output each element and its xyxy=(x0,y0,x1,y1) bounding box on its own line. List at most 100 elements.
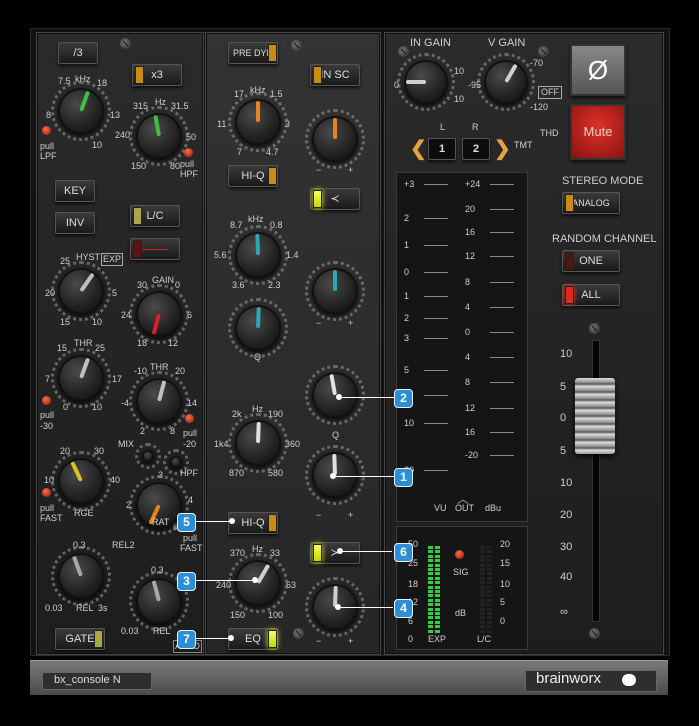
lpf-knob[interactable] xyxy=(51,81,111,141)
hpf-pull-indicator xyxy=(184,148,193,157)
rge-pull-indicator xyxy=(42,488,51,497)
callout-leader xyxy=(333,476,395,477)
fader-tick-label: 20 xyxy=(560,509,573,521)
dbu-label: dBu xyxy=(485,503,502,513)
callout-dot xyxy=(337,548,343,554)
gr-meter-segment xyxy=(428,594,433,598)
callout-dot xyxy=(252,577,258,583)
lf-freq-knob[interactable] xyxy=(228,553,288,613)
hi-q-top-led xyxy=(268,167,277,185)
random-one-led xyxy=(565,252,574,270)
hyst-scale: 10 xyxy=(92,317,103,327)
hpf-trim-knob[interactable] xyxy=(163,449,189,475)
rel2-knob-label: REL xyxy=(153,626,171,636)
in-gain-label: IN GAIN xyxy=(410,37,451,49)
gr-meter-segment xyxy=(480,629,485,633)
fader-tick-label: 10 xyxy=(560,477,573,489)
gr-meter-segment xyxy=(487,568,492,571)
vu-right-tick-label: 12 xyxy=(465,403,476,413)
gr-meter-segment xyxy=(428,616,433,620)
lmf-q-knob[interactable] xyxy=(305,365,365,425)
gr-meter-segment xyxy=(480,559,485,563)
v-gain-scale: -120 xyxy=(530,102,549,112)
product-name: bx_console N xyxy=(54,674,121,686)
hmf-scale: 5.6 xyxy=(214,250,227,260)
hpf-scale: 150 xyxy=(131,161,147,171)
gr-meter-segment xyxy=(435,554,440,558)
gr-meter-segment xyxy=(435,607,440,611)
channel-l-label: L xyxy=(440,122,446,132)
gr-meter-segment xyxy=(435,598,440,602)
vu-left-tick-label: 5 xyxy=(404,365,410,375)
rge-fast-label: FAST xyxy=(40,513,63,523)
channel-r-label: R xyxy=(472,122,479,132)
gr-meter-segment xyxy=(428,559,433,563)
fader-tick-label: 40 xyxy=(560,571,573,583)
vu-right-tick xyxy=(490,357,514,358)
hf-gain-knob[interactable] xyxy=(305,109,365,169)
hmf-q-knob[interactable] xyxy=(228,298,288,358)
gr-meter-segment xyxy=(480,590,485,593)
vu-left-tick xyxy=(424,318,448,319)
hmf-gain-knob[interactable] xyxy=(305,261,365,321)
hyst-knob[interactable] xyxy=(51,261,111,321)
lpf-scale: 13 xyxy=(110,110,121,120)
gr-meter-segment xyxy=(487,576,492,580)
rel-scale: 0.03 xyxy=(45,603,63,613)
gr-meter-segment xyxy=(487,607,492,611)
rel-scale: 3s xyxy=(98,603,108,613)
exp-meter-label: EXP xyxy=(428,634,447,644)
gr-meter-segment xyxy=(487,572,492,576)
rge-knob[interactable] xyxy=(51,451,111,511)
hf-freq-knob[interactable] xyxy=(228,92,288,152)
thr2-knob[interactable] xyxy=(129,371,189,431)
thr2-scale: 20 xyxy=(175,366,186,376)
screw-icon xyxy=(398,46,409,57)
thr1-knob[interactable] xyxy=(51,348,111,408)
gr-left-tick-label: 18 xyxy=(408,579,419,589)
rel-knob[interactable] xyxy=(51,546,111,606)
v-gain-knob[interactable] xyxy=(477,53,535,111)
gr-meter-segment xyxy=(480,585,485,589)
gr-meter-segment xyxy=(428,620,433,624)
vu-right-tick xyxy=(490,332,514,333)
mix-trim-knob[interactable] xyxy=(135,443,161,469)
fader-tick-label: 5 xyxy=(560,445,567,457)
mute-button[interactable]: Mute xyxy=(570,104,626,160)
gain-knob[interactable] xyxy=(129,284,189,344)
gr-right-tick-label: 10 xyxy=(500,579,511,589)
vu-left-tick-label: 3 xyxy=(404,333,410,343)
gr-meter-segment xyxy=(487,546,492,549)
inv-button[interactable]: INV xyxy=(55,212,95,234)
gr-meter-segment xyxy=(428,590,433,593)
channel-l-display[interactable]: 1 xyxy=(428,138,456,160)
hyst-scale: 5 xyxy=(112,288,118,298)
lf-gain-plus: + xyxy=(348,636,354,646)
gr-meter-segment xyxy=(435,546,440,549)
gr-meter-segment xyxy=(435,576,440,580)
channel-r-display[interactable]: 2 xyxy=(462,138,490,160)
phase-invert-button[interactable]: Ø xyxy=(570,44,626,96)
gr-meter-segment xyxy=(428,612,433,615)
gr-meter-segment xyxy=(428,603,433,607)
vu-left-tick xyxy=(424,338,448,339)
key-button[interactable]: KEY xyxy=(55,180,95,202)
lmf-q-label: Q xyxy=(332,430,340,440)
channel-next-icon[interactable]: ❯ xyxy=(494,136,511,161)
callout-leader xyxy=(340,551,392,552)
filter-div3-button[interactable]: /3 xyxy=(58,42,98,64)
output-fader-handle[interactable] xyxy=(575,378,615,454)
hpf-name-label: HPF xyxy=(180,169,198,179)
hmf-freq-knob[interactable] xyxy=(228,225,288,285)
screw-icon xyxy=(293,628,304,639)
v-gain-scale: -70 xyxy=(530,58,544,68)
hpf-knob[interactable] xyxy=(129,106,189,166)
in-gain-knob[interactable] xyxy=(397,53,455,111)
fader-tick-label: 5 xyxy=(560,381,567,393)
channel-prev-icon[interactable]: ❮ xyxy=(410,136,427,161)
lmf-freq-knob[interactable] xyxy=(228,413,288,473)
fader-tick-label: ∞ xyxy=(560,606,568,618)
arrow-right-icon xyxy=(142,248,168,250)
rel2-knob[interactable] xyxy=(129,571,189,631)
thd-label: THD xyxy=(540,128,559,138)
